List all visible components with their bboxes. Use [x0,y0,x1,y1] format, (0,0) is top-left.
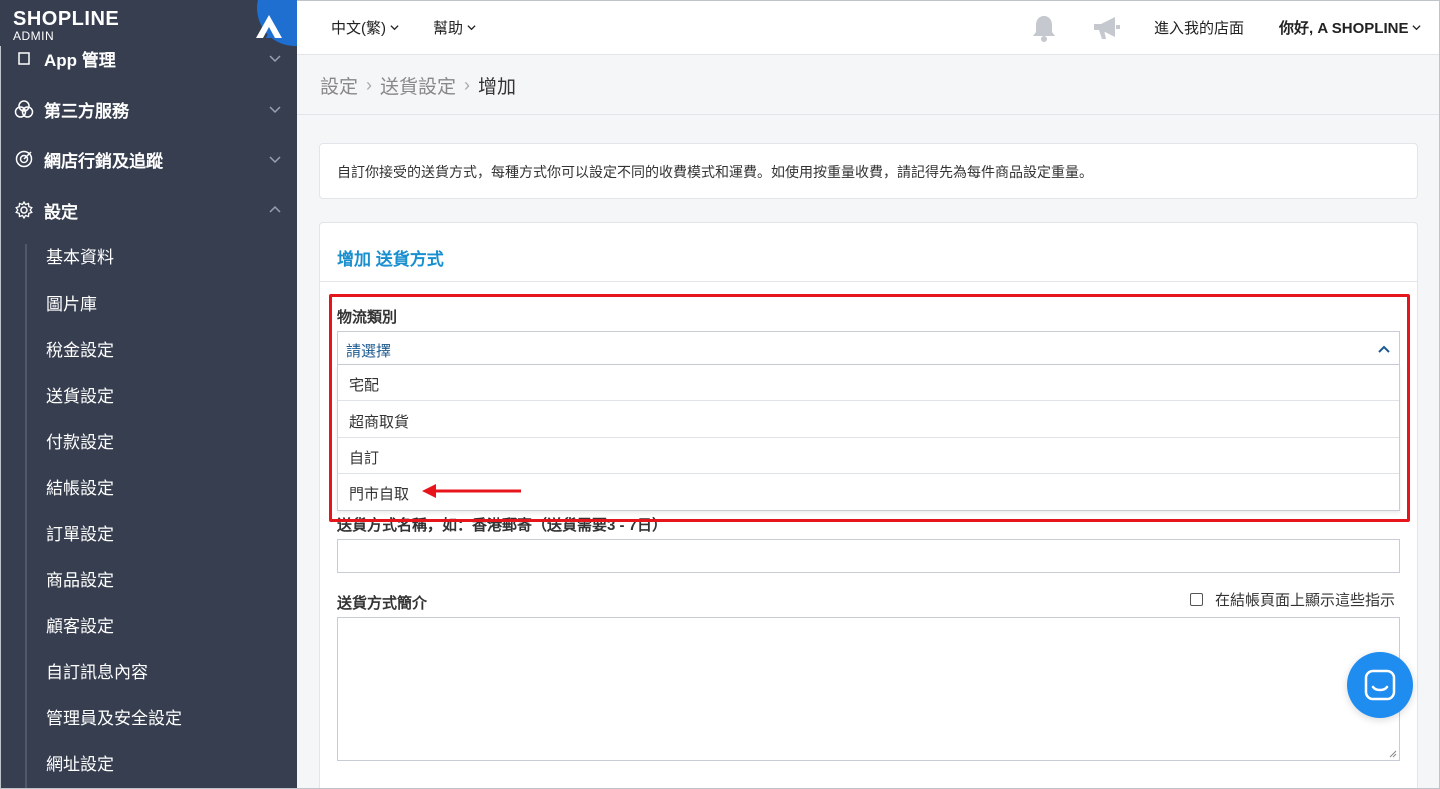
show-instructions-checkbox[interactable]: 在結帳頁面上顯示這些指示 [1190,589,1395,610]
shopline-mark-icon [256,15,282,38]
resize-handle-icon[interactable] [1389,750,1397,758]
breadcrumb-separator-icon: › [366,74,373,95]
chevron-down-icon [269,55,281,63]
sidebar: App 管理 SHOPLINE ADMIN 第三方服務 網店行銷及追蹤 設定 基… [0,0,297,789]
notifications-button[interactable] [1031,0,1057,55]
sidebar-item-label: 第三方服務 [44,101,129,121]
breadcrumb-current: 增加 [478,76,517,98]
chevron-down-icon [269,156,281,164]
sidebar-subitem-basic-info[interactable]: 基本資料 [46,246,114,270]
bell-icon [1033,15,1055,42]
sidebar-item-label: 網店行銷及追蹤 [44,151,163,171]
sidebar-subitem-checkout[interactable]: 結帳設定 [46,477,114,501]
show-instructions-label: 在結帳頁面上顯示這些指示 [1215,592,1396,609]
breadcrumb-separator-icon: › [464,74,471,95]
delivery-name-input[interactable] [337,539,1400,573]
visit-store-link[interactable]: 進入我的店面 [1154,0,1244,55]
chevron-down-icon [1412,25,1422,31]
sidebar-subitem-admin-security[interactable]: 管理員及安全設定 [46,707,182,731]
user-greeting: 你好, A SHOPLINE [1279,20,1409,37]
sidebar-subitem-order[interactable]: 訂單設定 [46,523,114,547]
delivery-description-textarea[interactable] [337,617,1400,761]
marketing-icon [14,149,34,169]
sidebar-subitem-payment[interactable]: 付款設定 [46,431,114,455]
chat-button[interactable] [1347,652,1413,718]
chevron-down-icon [269,106,281,114]
info-card: 自訂你接受的送貨方式，每種方式你可以設定不同的收費模式和運費。如使用按重量收費，… [319,143,1418,199]
chat-icon [1364,669,1396,701]
delivery-description-label: 送貨方式簡介 [337,595,428,612]
sidebar-subitem-custom-message[interactable]: 自訂訊息內容 [46,661,148,685]
sidebar-item-third-party[interactable]: 第三方服務 [0,89,297,129]
announcements-button[interactable] [1091,0,1121,55]
sidebar-subitem-delivery[interactable]: 送貨設定 [46,385,114,409]
checkbox-box[interactable] [1190,593,1203,606]
divider [320,281,1417,282]
divider [297,114,1440,115]
gear-icon [14,200,34,220]
settings-submenu: 基本資料 圖片庫 稅金設定 送貨設定 付款設定 結帳設定 訂單設定 商品設定 顧… [25,244,297,789]
language-dropdown[interactable]: 中文(繁) [331,0,399,55]
third-party-icon [14,99,34,119]
form-title: 增加 送貨方式 [337,250,444,269]
chevron-down-icon [390,25,399,31]
sidebar-subitem-image-library[interactable]: 圖片庫 [46,293,97,317]
help-label: 幫助 [433,20,464,37]
sidebar-item-label: App 管理 [44,50,116,70]
brand-corner [249,0,297,46]
sidebar-subitem-domain[interactable]: 網址設定 [46,753,114,777]
visit-store-label: 進入我的店面 [1154,20,1245,37]
breadcrumb-delivery[interactable]: 送貨設定 [380,72,456,99]
megaphone-icon [1094,16,1120,39]
user-menu[interactable]: 你好, A SHOPLINE [1279,0,1422,55]
sidebar-subitem-customer[interactable]: 顧客設定 [46,615,114,639]
chevron-down-icon [467,25,476,31]
brand-logo: SHOPLINE [13,8,120,30]
top-header: 中文(繁) 幫助 進入我的店面 你好, A SHOPLINE [297,0,1440,55]
brand-header[interactable]: SHOPLINE ADMIN [0,0,297,46]
brand-sub: ADMIN [13,29,55,43]
sidebar-item-label: 設定 [44,202,78,222]
highlight-arrow-icon [422,484,521,498]
sidebar-item-marketing[interactable]: 網店行銷及追蹤 [0,139,297,179]
sidebar-item-settings[interactable]: 設定 [0,190,297,230]
chevron-up-icon [269,205,281,213]
breadcrumb-settings[interactable]: 設定 [320,72,358,99]
info-text: 自訂你接受的送貨方式，每種方式你可以設定不同的收費模式和運費。如使用按重量收費，… [337,164,1093,180]
language-label: 中文(繁) [331,20,386,37]
help-dropdown[interactable]: 幫助 [433,0,476,55]
sidebar-subitem-product[interactable]: 商品設定 [46,569,114,593]
app-icon [14,48,34,68]
sidebar-subitem-tax[interactable]: 稅金設定 [46,339,114,363]
breadcrumb: 設定 › 送貨設定 › 增加 [320,72,516,98]
